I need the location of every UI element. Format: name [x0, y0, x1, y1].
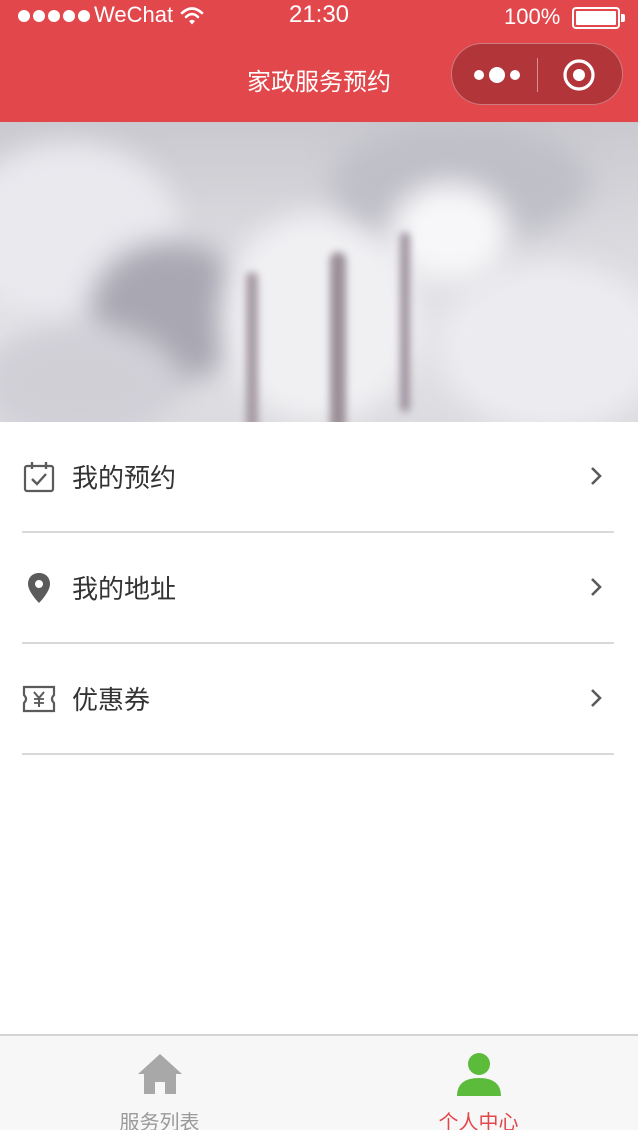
home-icon — [137, 1054, 182, 1094]
capsule-divider — [537, 58, 538, 92]
tab-bar: 服务列表 个人中心 — [0, 1034, 638, 1130]
battery-percent: 100% — [504, 4, 561, 29]
close-target-icon[interactable] — [562, 58, 596, 92]
mini-program-capsule — [451, 43, 623, 105]
menu-item-appointments[interactable]: 我的预约 — [22, 422, 614, 533]
menu-item-coupons[interactable]: 优惠券 — [22, 644, 614, 755]
tab-label-service-list: 服务列表 — [119, 1110, 200, 1130]
chevron-right-icon — [591, 689, 602, 707]
app-header: WeChat 21:30 100% 家政服务预约 — [0, 0, 638, 122]
menu-label-address: 我的地址 — [72, 575, 177, 605]
profile-banner-image — [0, 122, 638, 422]
menu-label-appointments: 我的预约 — [72, 464, 177, 494]
tab-personal-center[interactable]: 个人中心 — [319, 1036, 638, 1130]
more-dots-icon[interactable] — [474, 64, 520, 86]
chevron-right-icon — [591, 578, 602, 596]
page: WeChat 21:30 100% 家政服务预约 我的预约 我的地址 优惠券 服… — [0, 0, 638, 1130]
person-icon — [456, 1053, 501, 1096]
chevron-right-icon — [591, 467, 602, 485]
calendar-check-icon — [23, 462, 55, 493]
profile-menu: 我的预约 我的地址 优惠券 — [22, 422, 614, 755]
menu-label-coupons: 优惠券 — [72, 686, 151, 716]
status-bar: WeChat 21:30 100% — [0, 0, 638, 36]
battery-icon — [572, 7, 625, 29]
menu-item-address[interactable]: 我的地址 — [22, 533, 614, 644]
tab-label-personal-center: 个人中心 — [438, 1110, 519, 1130]
location-pin-icon — [28, 573, 50, 603]
coupon-yen-icon — [22, 685, 56, 713]
tab-service-list[interactable]: 服务列表 — [0, 1036, 319, 1130]
